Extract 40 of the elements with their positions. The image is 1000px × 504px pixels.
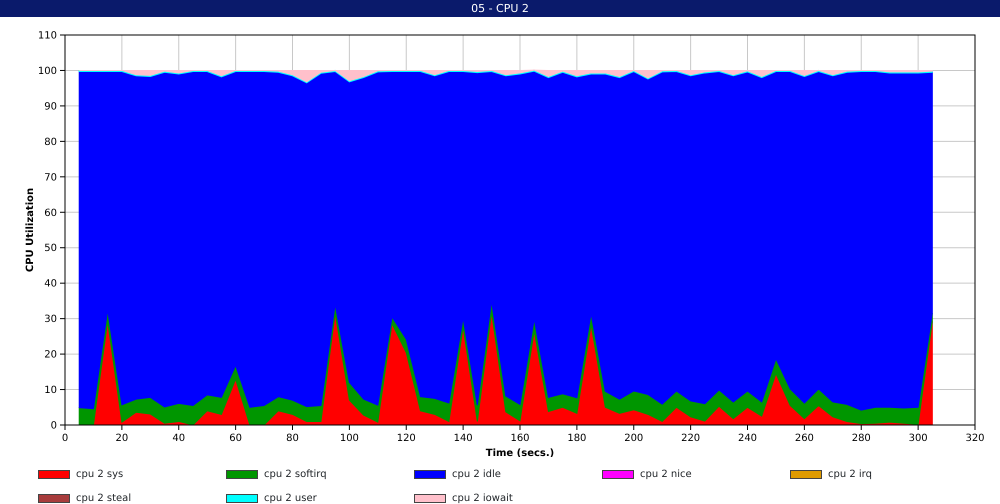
tick-label: 120 <box>396 433 416 444</box>
legend-label: cpu 2 idle <box>452 468 501 482</box>
tick-label: 240 <box>738 433 758 444</box>
tick-label: 100 <box>340 433 359 444</box>
tick-label: 110 <box>38 30 57 42</box>
tick-label: 280 <box>852 433 871 444</box>
axis-title: Time (secs.) <box>486 448 554 457</box>
tick-label: 20 <box>44 350 57 361</box>
tick-label: 90 <box>44 101 57 112</box>
tick-label: 10 <box>44 385 57 396</box>
tick-label: 300 <box>908 433 928 444</box>
tick-label: 20 <box>116 433 128 444</box>
legend-label: cpu 2 iowait <box>452 492 513 504</box>
tick-label: 30 <box>44 314 57 326</box>
tick-label: 80 <box>286 433 299 444</box>
tick-label: 160 <box>510 433 530 444</box>
legend-label: cpu 2 sys <box>76 468 124 482</box>
tick-label: 100 <box>38 66 57 77</box>
tick-label: 220 <box>681 433 700 444</box>
tick-label: 70 <box>44 172 57 184</box>
tick-label: 0 <box>50 420 57 432</box>
tick-label: 50 <box>44 243 57 254</box>
tick-label: 0 <box>62 433 68 444</box>
tick-label: 80 <box>44 136 57 148</box>
tick-label: 260 <box>794 433 814 444</box>
legend-label: cpu 2 nice <box>640 468 692 482</box>
window-title: 05 - CPU 2 <box>471 2 529 15</box>
tick-label: 200 <box>624 433 644 444</box>
tick-label: 60 <box>44 208 57 219</box>
tick-label: 140 <box>454 433 473 444</box>
axis-title: CPU Utilization <box>25 188 36 272</box>
legend-label: cpu 2 irq <box>828 468 872 482</box>
tick-label: 40 <box>44 278 57 290</box>
legend-label: cpu 2 steal <box>76 492 132 504</box>
tick-label: 60 <box>229 433 242 444</box>
tick-label: 320 <box>965 433 985 444</box>
legend-label: cpu 2 softirq <box>264 468 327 482</box>
tick-label: 40 <box>172 433 186 444</box>
tick-label: 180 <box>567 433 586 444</box>
legend-label: cpu 2 user <box>264 492 317 504</box>
